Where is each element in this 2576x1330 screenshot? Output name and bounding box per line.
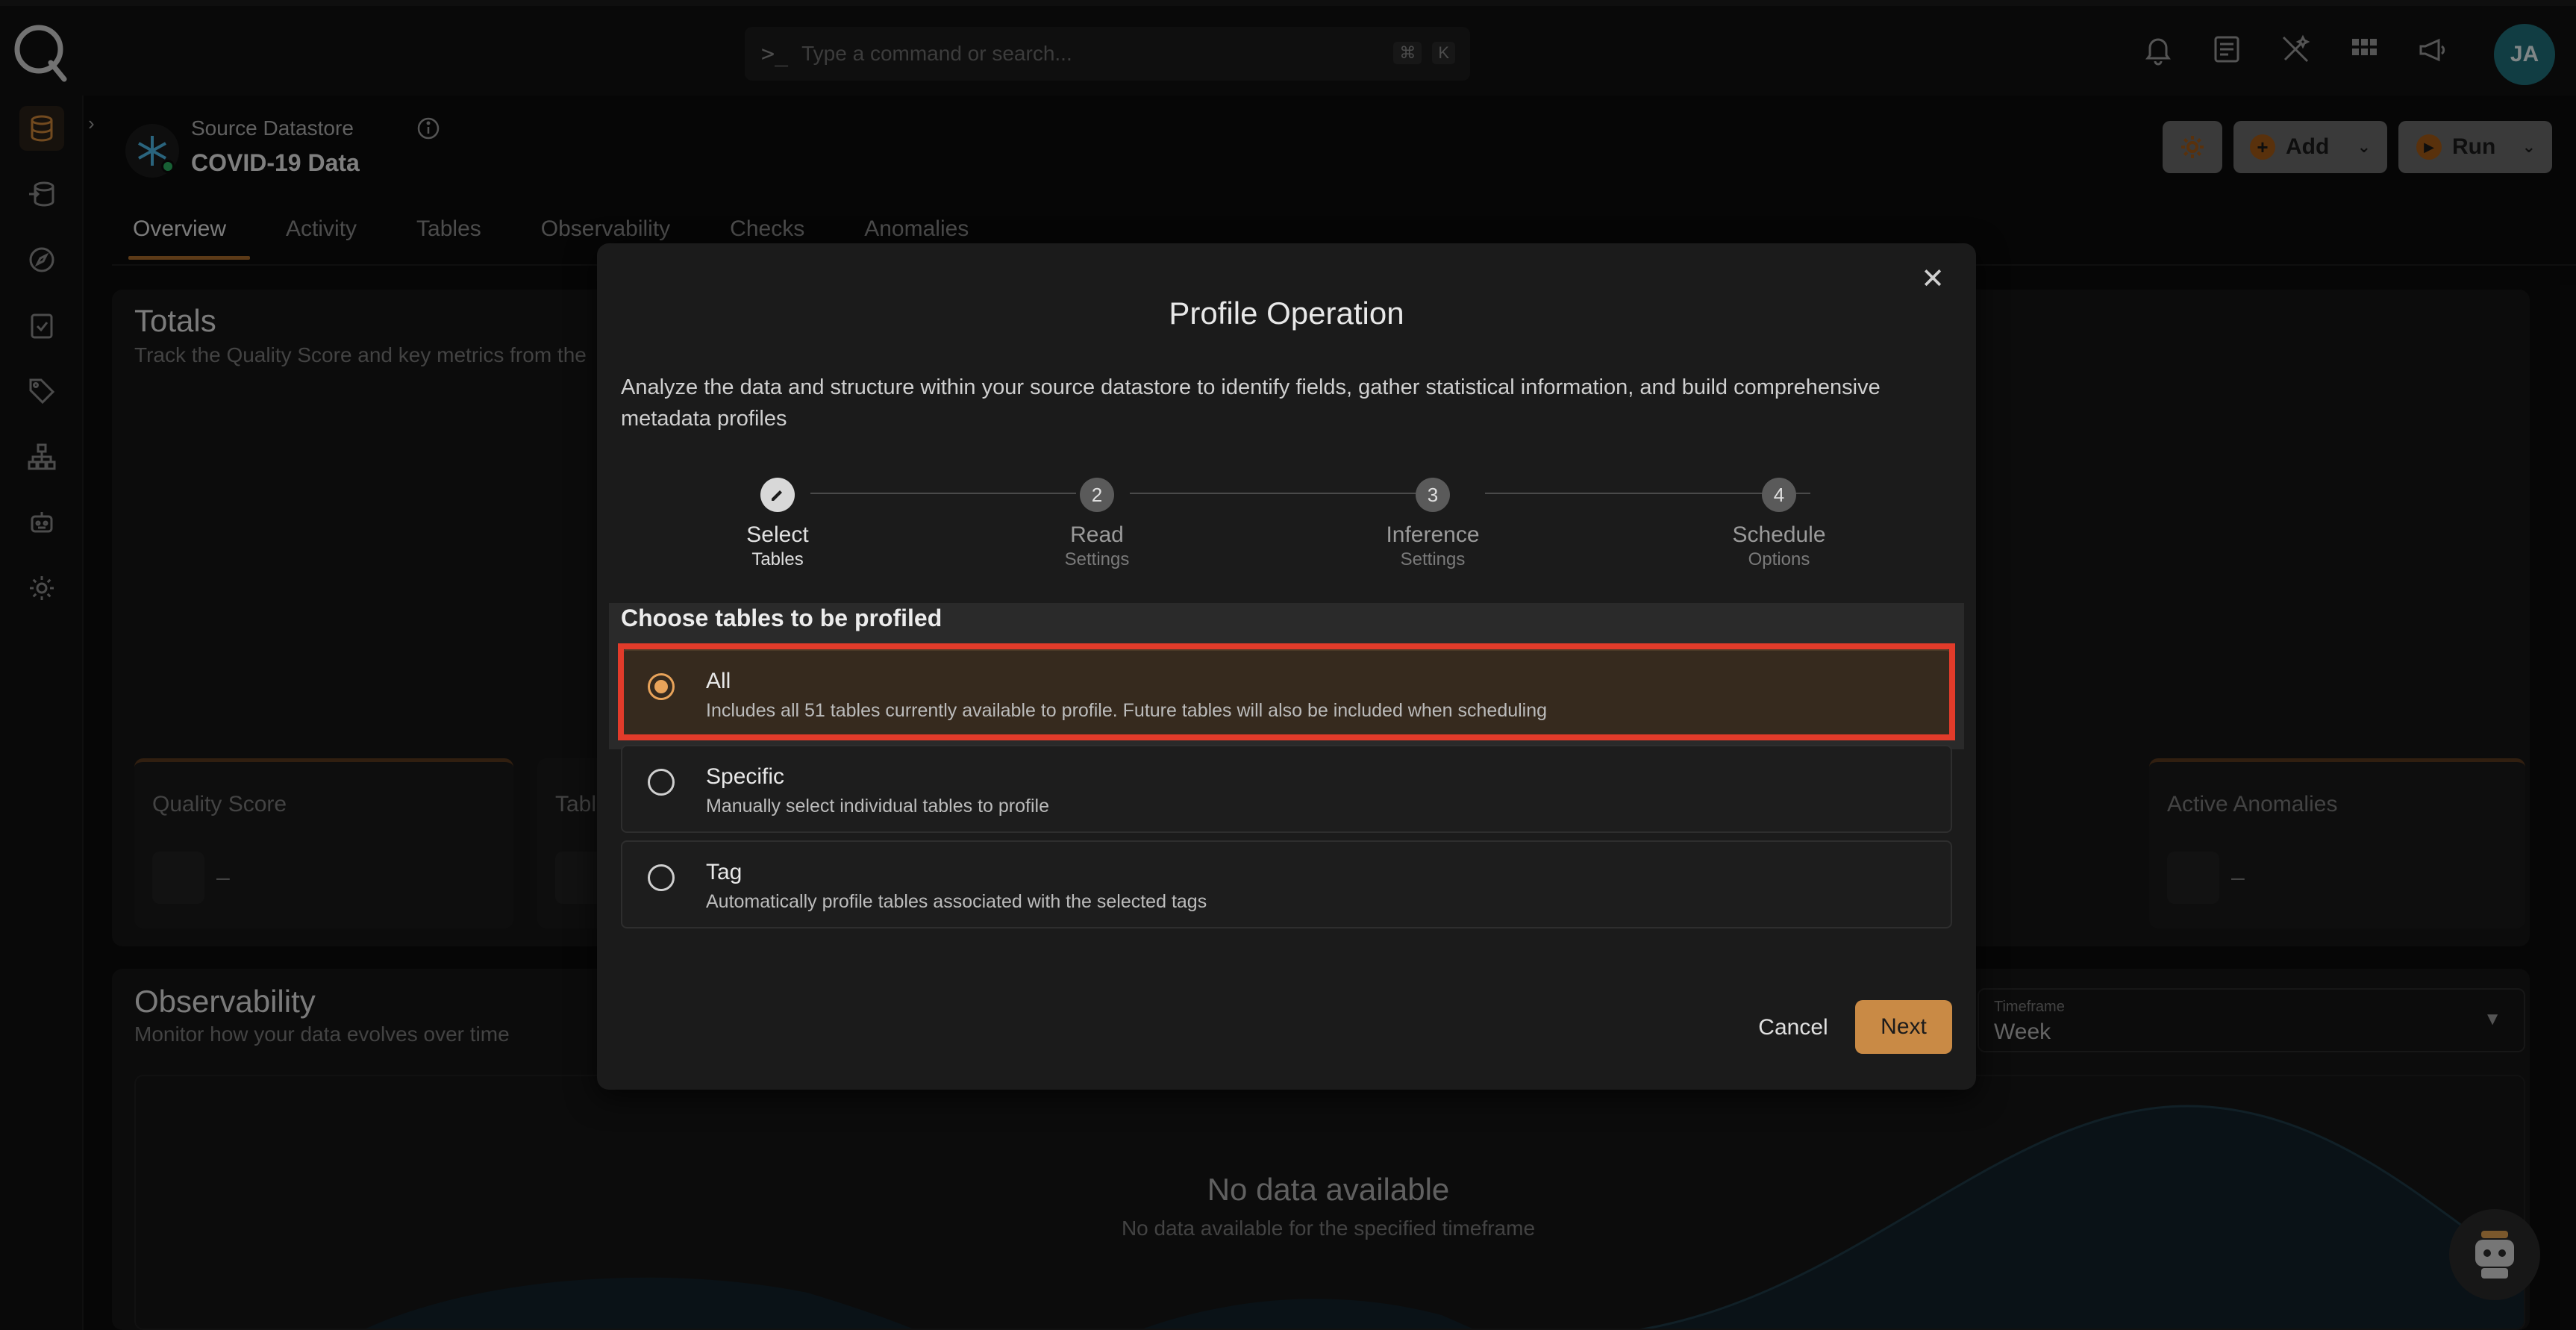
step-schedule-options: 4 Schedule Options xyxy=(1704,478,1854,570)
step-subtitle: Settings xyxy=(1400,549,1466,569)
step-title: Select xyxy=(746,522,809,547)
option-tag[interactable]: Tag Automatically profile tables associa… xyxy=(621,840,1952,928)
step-subtitle: Tables xyxy=(751,549,804,569)
step-title: Schedule xyxy=(1732,522,1826,547)
step-subtitle: Settings xyxy=(1064,549,1130,569)
step-number: 4 xyxy=(1762,478,1796,512)
dialog-title: Profile Operation xyxy=(1169,296,1404,331)
option-specific[interactable]: Specific Manually select individual tabl… xyxy=(621,745,1952,833)
option-description: Automatically profile tables associated … xyxy=(706,891,1207,912)
next-button[interactable]: Next xyxy=(1855,1000,1952,1054)
stepper: Select Tables 2 Read Settings 3 Inferenc… xyxy=(597,472,1976,576)
dialog-description: Analyze the data and structure within yo… xyxy=(621,375,1881,431)
step-title: Inference xyxy=(1386,522,1480,547)
choose-tables-title: Choose tables to be profiled xyxy=(621,605,942,631)
option-title: Tag xyxy=(706,860,743,884)
option-description: Manually select individual tables to pro… xyxy=(706,796,1049,817)
step-number: 2 xyxy=(1080,478,1114,512)
pencil-icon xyxy=(760,478,795,512)
close-icon[interactable]: ✕ xyxy=(1916,263,1949,296)
cancel-button[interactable]: Cancel xyxy=(1752,1002,1834,1054)
step-number: 3 xyxy=(1416,478,1450,512)
step-read-settings: 2 Read Settings xyxy=(1022,478,1172,570)
option-title: Specific xyxy=(706,764,785,789)
radio-tag[interactable] xyxy=(648,864,675,891)
radio-specific[interactable] xyxy=(648,769,675,796)
annotation-highlight-box xyxy=(618,643,1955,740)
step-title: Read xyxy=(1070,522,1124,547)
step-select-tables: Select Tables xyxy=(703,478,852,570)
step-inference-settings: 3 Inference Settings xyxy=(1358,478,1507,570)
step-subtitle: Options xyxy=(1748,549,1810,569)
